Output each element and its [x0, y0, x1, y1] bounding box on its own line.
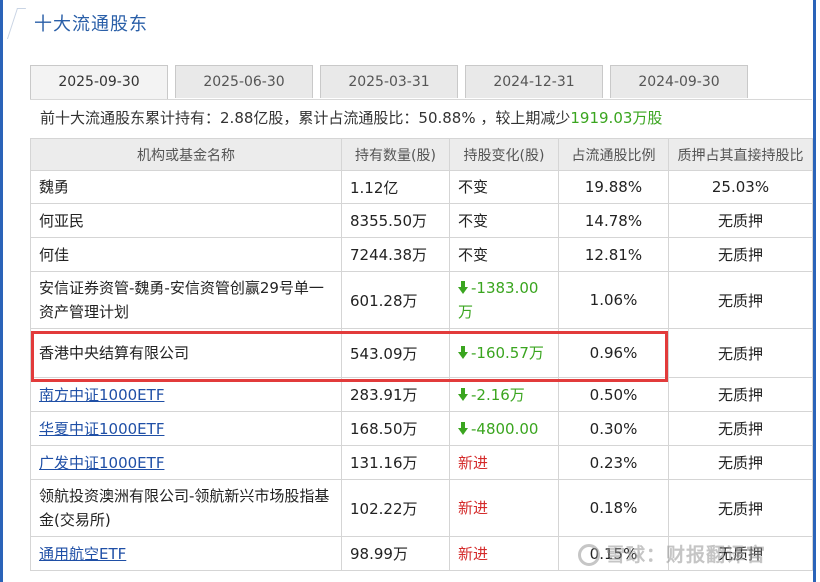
pledge-ratio: 无质押 — [668, 203, 813, 238]
holding-amount: 283.91万 — [341, 377, 450, 412]
holder-name-link[interactable]: 华夏中证1000ETF — [30, 411, 342, 446]
top-holders-table: 机构或基金名称 持有数量(股) 持股变化(股) 占流通股比例 质押占其直接持股比… — [30, 138, 813, 571]
holding-change: 不变 — [449, 203, 559, 238]
watermark: 雪球：财报翻译官 — [578, 540, 766, 567]
tab-2025-09-30[interactable]: 2025-09-30 — [30, 65, 168, 99]
table-row: 领航投资澳洲有限公司-领航新兴市场股指基金(交易所) 102.22万 新进 0.18%… — [30, 479, 813, 537]
holding-amount: 98.99万 — [341, 536, 450, 571]
table-body: 魏勇 1.12亿 不变 19.88% 25.03% 何亚民 8355.50万 不变 14.78%… — [30, 170, 813, 571]
holder-name-link[interactable]: 南方中证1000ETF — [30, 377, 342, 412]
header-holder-name: 机构或基金名称 — [30, 138, 342, 171]
holding-change: 不变 — [449, 237, 559, 272]
pledge-ratio: 无质押 — [668, 328, 813, 378]
holding-change: 新进 — [449, 445, 559, 480]
holder-name: 何佳 — [30, 237, 342, 272]
holding-change: -4800.00 — [449, 411, 559, 446]
float-share-pct: 0.30% — [558, 411, 669, 446]
holding-change-value: 不变 — [458, 211, 489, 230]
holding-change-value: 新进 — [458, 499, 489, 517]
pledge-ratio: 无质押 — [668, 237, 813, 272]
pledge-ratio: 无质押 — [668, 271, 813, 329]
holding-change: -160.57万 — [449, 328, 559, 378]
holding-change-value: 不变 — [458, 178, 489, 196]
holding-amount: 168.50万 — [341, 411, 450, 446]
holding-change-value: -4800.00 — [471, 419, 539, 438]
arrow-down-icon — [458, 281, 468, 294]
holding-change-value: -1383.00万 — [458, 279, 539, 321]
holder-name-link[interactable]: 通用航空ETF — [30, 536, 342, 571]
summary-change: 1919.03万股 — [570, 109, 663, 127]
pledge-ratio: 无质押 — [668, 377, 813, 412]
holding-summary: 前十大流通股东累计持有：2.88亿股，累计占流通股比：50.88% ，较上期减少… — [30, 99, 812, 137]
float-share-pct: 0.50% — [558, 377, 669, 412]
float-share-pct: 12.81% — [558, 237, 669, 272]
holding-amount: 8355.50万 — [341, 203, 450, 238]
table-row: 华夏中证1000ETF 168.50万 -4800.00 0.30% 无质押 — [30, 411, 813, 446]
float-share-pct: 1.06% — [558, 271, 669, 329]
table-row: 安信证券资管-魏勇-安信资管创赢29号单一资产管理计划 601.28万 -1383.… — [30, 271, 813, 329]
table-row: 香港中央结算有限公司 543.09万 -160.57万 0.96% 无质押 — [30, 328, 813, 378]
float-share-pct: 14.78% — [558, 203, 669, 238]
holder-name: 安信证券资管-魏勇-安信资管创赢29号单一资产管理计划 — [30, 271, 342, 329]
holding-amount: 131.16万 — [341, 445, 450, 480]
section-title: 十大流通股东 — [34, 14, 148, 35]
table-row: 广发中证1000ETF 131.16万 新进 0.23% 无质押 — [30, 445, 813, 480]
arrow-down-icon — [458, 346, 468, 359]
holding-change: 不变 — [449, 170, 559, 204]
watermark-text: 雪球：财报翻译官 — [606, 544, 767, 566]
holding-amount: 543.09万 — [341, 328, 450, 378]
header-amount: 持有数量(股) — [341, 138, 450, 171]
holding-amount: 601.28万 — [341, 271, 450, 329]
summary-text: 前十大流通股东累计持有：2.88亿股，累计占流通股比：50.88% ，较上期减少 — [40, 109, 571, 127]
holding-change-value: 新进 — [458, 544, 489, 563]
holder-name-link[interactable]: 广发中证1000ETF — [30, 445, 342, 480]
holding-change-value: 新进 — [458, 453, 489, 472]
table-row: 何佳 7244.38万 不变 12.81% 无质押 — [30, 237, 813, 272]
table-row: 魏勇 1.12亿 不变 19.88% 25.03% — [30, 170, 813, 204]
tab-2025-06-30[interactable]: 2025-06-30 — [175, 65, 313, 98]
arrow-down-icon — [458, 387, 468, 401]
float-share-pct: 0.96% — [558, 328, 669, 378]
holder-name: 魏勇 — [30, 170, 342, 204]
holding-change: 新进 — [449, 536, 559, 571]
pledge-ratio: 25.03% — [668, 170, 813, 204]
holder-name: 香港中央结算有限公司 — [30, 328, 342, 378]
holding-change-value: -2.16万 — [471, 385, 525, 404]
arrow-down-icon — [458, 421, 468, 435]
pledge-ratio: 无质押 — [668, 479, 813, 537]
holding-amount: 1.12亿 — [341, 170, 450, 204]
float-share-pct: 19.88% — [558, 170, 669, 204]
holder-name: 领航投资澳洲有限公司-领航新兴市场股指基金(交易所) — [30, 479, 342, 537]
header-change: 持股变化(股) — [449, 138, 559, 171]
tab-2024-09-30[interactable]: 2024-09-30 — [610, 65, 748, 98]
holding-amount: 102.22万 — [341, 479, 450, 537]
holder-name: 何亚民 — [30, 203, 342, 238]
tab-2024-12-31[interactable]: 2024-12-31 — [465, 65, 603, 98]
header-float-pct: 占流通股比例 — [558, 138, 669, 171]
table-row: 南方中证1000ETF 283.91万 -2.16万 0.50% 无质押 — [30, 377, 813, 412]
pledge-ratio: 无质押 — [668, 411, 813, 446]
header-pledge-ratio: 质押占其直接持股比 — [668, 138, 813, 171]
float-share-pct: 0.18% — [558, 479, 669, 537]
table-header-row: 机构或基金名称 持有数量(股) 持股变化(股) 占流通股比例 质押占其直接持股比 — [30, 138, 813, 171]
float-share-pct: 0.23% — [558, 445, 669, 480]
xueqiu-logo-icon — [578, 544, 600, 566]
pledge-ratio: 无质押 — [668, 445, 813, 480]
table-row: 何亚民 8355.50万 不变 14.78% 无质押 — [30, 203, 813, 238]
holding-change-value: -160.57万 — [471, 344, 544, 362]
holding-change: -2.16万 — [449, 377, 559, 412]
holding-amount: 7244.38万 — [341, 237, 450, 272]
holding-change-value: 不变 — [458, 245, 489, 264]
holding-change: 新进 — [449, 479, 559, 537]
holding-change: -1383.00万 — [449, 271, 559, 329]
tab-2025-03-31[interactable]: 2025-03-31 — [320, 65, 458, 98]
